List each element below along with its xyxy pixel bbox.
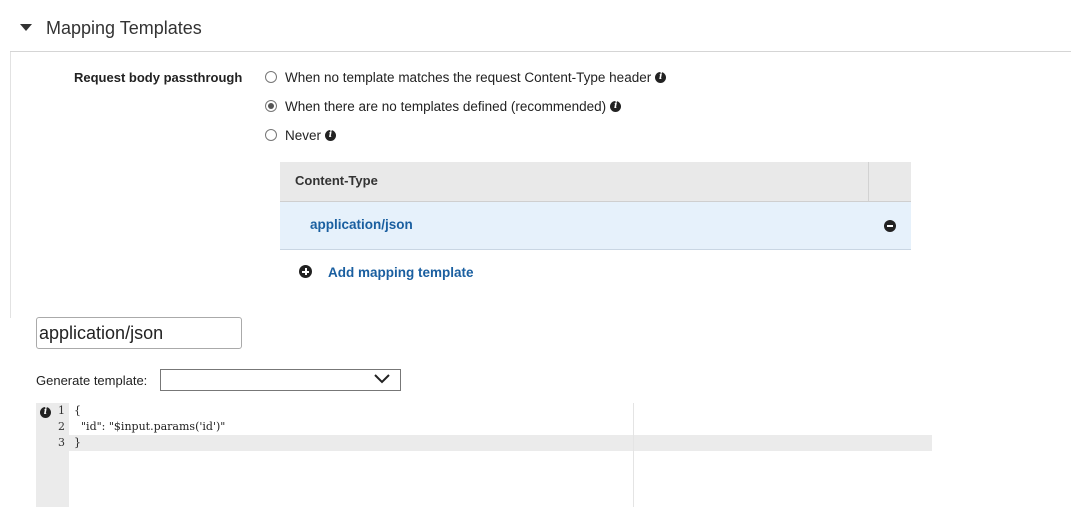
radio-label[interactable]: When no template matches the request Con… xyxy=(285,70,651,85)
content-type-link[interactable]: application/json xyxy=(310,217,413,232)
chevron-down-icon[interactable] xyxy=(374,374,390,384)
add-icon[interactable] xyxy=(299,265,312,278)
table-row[interactable]: application/json xyxy=(280,202,911,250)
column-divider xyxy=(868,162,869,201)
radio-button[interactable] xyxy=(265,71,277,83)
radio-button[interactable] xyxy=(265,129,277,141)
content-type-input[interactable] xyxy=(36,317,242,349)
info-icon[interactable]: i xyxy=(655,71,667,83)
passthrough-label: Request body passthrough xyxy=(74,70,243,85)
active-line-highlight xyxy=(36,435,932,451)
add-mapping-template-link[interactable]: Add mapping template xyxy=(328,265,474,280)
info-icon[interactable]: i xyxy=(610,100,622,112)
column-header-content-type: Content-Type xyxy=(295,173,378,188)
code-line[interactable]: } xyxy=(74,436,81,449)
content-type-table: Content-Type application/json xyxy=(280,162,911,250)
radio-button-selected[interactable] xyxy=(265,100,277,112)
editor-gutter xyxy=(36,403,69,507)
code-line[interactable]: { xyxy=(74,404,81,417)
generate-template-select[interactable] xyxy=(160,369,401,391)
section-left-border xyxy=(10,52,11,318)
line-number: 2 xyxy=(58,420,65,433)
passthrough-option-never[interactable]: Never i xyxy=(265,126,337,144)
line-number: 3 xyxy=(58,436,65,449)
template-code-editor[interactable]: i 1 2 3 { "id": "$input.params('id')" } xyxy=(36,403,932,507)
info-icon[interactable]: i xyxy=(40,407,51,418)
remove-icon[interactable] xyxy=(884,220,896,232)
generate-template-label: Generate template: xyxy=(36,373,148,388)
section-title[interactable]: Mapping Templates xyxy=(46,18,202,39)
passthrough-option-no-templates[interactable]: When there are no templates defined (rec… xyxy=(265,97,622,115)
table-header: Content-Type xyxy=(280,162,911,202)
radio-label[interactable]: When there are no templates defined (rec… xyxy=(285,99,606,114)
section-divider xyxy=(10,51,1071,52)
info-icon[interactable]: i xyxy=(325,129,337,141)
passthrough-option-when-no-match[interactable]: When no template matches the request Con… xyxy=(265,68,667,86)
line-number: 1 xyxy=(58,404,65,417)
code-line[interactable]: "id": "$input.params('id')" xyxy=(74,420,225,433)
radio-label[interactable]: Never xyxy=(285,128,321,143)
print-margin xyxy=(633,403,634,507)
caret-down-icon[interactable] xyxy=(20,24,32,31)
